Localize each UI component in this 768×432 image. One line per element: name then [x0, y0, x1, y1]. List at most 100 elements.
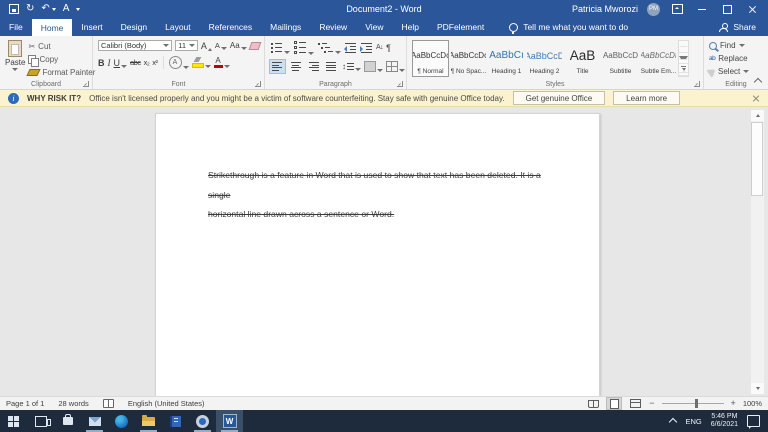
font-family-select[interactable]: Calibri (Body) [98, 40, 172, 51]
line-spacing-button[interactable]: ↕ [342, 62, 361, 71]
align-right-button[interactable] [306, 60, 321, 73]
close-warning-icon[interactable] [752, 94, 760, 102]
font-size-select[interactable]: 11 [175, 40, 198, 51]
increase-indent-icon[interactable] [360, 42, 373, 54]
tab-mailings[interactable]: Mailings [261, 18, 310, 36]
zoom-slider-knob[interactable] [695, 399, 698, 408]
bullets-button[interactable] [270, 42, 290, 54]
multilevel-list-button[interactable] [317, 42, 341, 54]
language-indicator[interactable]: English (United States) [128, 399, 205, 408]
tab-insert[interactable]: Insert [72, 18, 111, 36]
word-count[interactable]: 28 words [58, 399, 88, 408]
tab-file[interactable]: File [0, 18, 32, 36]
italic-button[interactable]: I [108, 58, 111, 68]
read-mode-button[interactable] [586, 398, 600, 409]
print-layout-button[interactable] [607, 398, 621, 409]
tab-pdfelement[interactable]: PDFelement [428, 18, 493, 36]
store-button[interactable] [54, 410, 81, 432]
share-button[interactable]: Share [719, 18, 756, 36]
shading-button[interactable] [364, 61, 383, 72]
document-text[interactable]: Strikethrough is a feature in Word that … [208, 166, 553, 225]
get-genuine-office-button[interactable]: Get genuine Office [513, 91, 606, 105]
style-heading-2[interactable]: AaBbCcD Heading 2 [526, 40, 563, 77]
minimize-button[interactable] [694, 2, 710, 16]
superscript-button[interactable]: x² [152, 58, 157, 67]
tab-references[interactable]: References [200, 18, 261, 36]
style-no-spacing[interactable]: AaBbCcDc ¶ No Spac... [450, 40, 487, 77]
numbering-button[interactable] [293, 40, 314, 55]
style-subtle-emphasis[interactable]: AaBbCcDt Subtle Em... [640, 40, 677, 77]
change-case-button[interactable]: Aa [230, 41, 247, 50]
mail-button[interactable] [81, 410, 108, 432]
avatar[interactable]: PM [647, 3, 660, 16]
close-button[interactable] [744, 2, 760, 16]
task-view-button[interactable] [27, 410, 54, 432]
notebook-app-button[interactable] [162, 410, 189, 432]
tab-home[interactable]: Home [32, 19, 73, 36]
clear-formatting-icon[interactable] [248, 42, 261, 50]
find-button[interactable]: Find [709, 41, 764, 50]
style-heading-1[interactable]: AaBbCı Heading 1 [488, 40, 525, 77]
zoom-out-button[interactable]: − [649, 399, 654, 408]
clipboard-dialog-launcher-icon[interactable] [83, 81, 89, 87]
scrollbar-thumb[interactable] [751, 122, 763, 196]
style-title[interactable]: AaB Title [564, 40, 601, 77]
replace-button[interactable]: ab Replace [709, 54, 764, 63]
strikethrough-button[interactable]: abc [130, 58, 141, 67]
learn-more-button[interactable]: Learn more [613, 91, 680, 105]
page-indicator[interactable]: Page 1 of 1 [6, 399, 44, 408]
account-name[interactable]: Patricia Mworozi [572, 4, 638, 14]
zoom-slider[interactable] [662, 403, 724, 404]
styles-scroll-down-icon[interactable] [679, 53, 688, 65]
file-explorer-button[interactable] [135, 410, 162, 432]
font-dialog-launcher-icon[interactable] [255, 81, 261, 87]
input-language[interactable]: ENG [685, 417, 701, 426]
paragraph-dialog-launcher-icon[interactable] [397, 81, 403, 87]
borders-button[interactable] [386, 61, 405, 72]
styles-gallery-more-icon[interactable] [679, 64, 688, 76]
undo-button[interactable]: ↶ [41, 4, 55, 14]
customize-qat-chevron-icon[interactable] [76, 8, 80, 11]
shrink-font-button[interactable]: A [215, 41, 227, 50]
tab-review[interactable]: Review [310, 18, 356, 36]
word-taskbar-button[interactable]: W [216, 410, 243, 432]
zoom-level[interactable]: 100% [743, 399, 762, 408]
select-button[interactable]: Select [709, 67, 764, 76]
font-color-button[interactable]: A [214, 57, 230, 68]
action-center-icon[interactable] [747, 415, 760, 427]
text-effects-button[interactable]: A [169, 56, 189, 69]
edge-button[interactable] [108, 410, 135, 432]
start-button[interactable] [0, 410, 27, 432]
scroll-down-icon[interactable] [751, 383, 764, 394]
restore-button[interactable] [719, 2, 735, 16]
align-left-button[interactable] [270, 60, 285, 73]
proofing-book-icon[interactable] [103, 399, 114, 408]
justify-button[interactable] [324, 60, 339, 73]
underline-button[interactable]: U [114, 58, 128, 68]
tab-view[interactable]: View [356, 18, 392, 36]
redo-icon[interactable]: ↻ [26, 4, 34, 14]
save-icon[interactable] [9, 4, 19, 14]
tab-layout[interactable]: Layout [156, 18, 200, 36]
tab-design[interactable]: Design [112, 18, 156, 36]
subscript-button[interactable]: x₂ [144, 58, 150, 67]
show-hidden-icons-chevron-icon[interactable] [669, 418, 677, 426]
style-normal[interactable]: AaBbCcDc ¶ Normal [412, 40, 449, 77]
format-painter-button[interactable]: Format Painter [28, 68, 95, 77]
tab-help[interactable]: Help [392, 18, 427, 36]
highlight-color-button[interactable] [192, 57, 211, 68]
zoom-in-button[interactable]: + [731, 399, 736, 408]
styles-scroll-up-icon[interactable] [679, 41, 688, 53]
style-subtitle[interactable]: AaBbCcD Subtitle [602, 40, 639, 77]
tell-me-box[interactable]: Tell me what you want to do [509, 18, 628, 36]
styles-dialog-launcher-icon[interactable] [694, 81, 700, 87]
copy-button[interactable]: Copy [28, 55, 95, 64]
round-app-button[interactable] [189, 410, 216, 432]
vertical-scrollbar[interactable] [751, 110, 764, 394]
show-hide-pilcrow-icon[interactable]: ¶ [386, 43, 391, 53]
sort-icon[interactable]: A↓ [376, 44, 383, 51]
grow-font-button[interactable]: A [201, 41, 212, 51]
clock[interactable]: 5:46 PM 6/6/2021 [711, 413, 738, 430]
bold-button[interactable]: B [98, 58, 105, 68]
align-center-button[interactable] [288, 60, 303, 73]
